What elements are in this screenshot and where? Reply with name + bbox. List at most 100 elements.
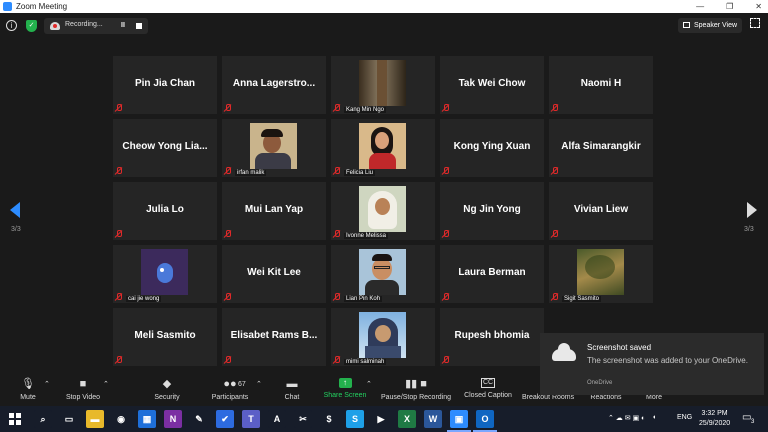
participant-name: cai jie wong xyxy=(126,296,162,302)
chat-button[interactable]: ▬ Chat xyxy=(282,378,302,401)
encryption-shield-icon[interactable]: ✓ xyxy=(26,20,37,32)
participant-tile[interactable]: Felicia Liu xyxy=(331,119,435,177)
screen: { "window": { "title": "Zoom Meeting", "… xyxy=(0,0,768,432)
mute-button[interactable]: 🎙 Mute xyxy=(17,378,39,401)
next-page-arrow-icon[interactable] xyxy=(747,202,757,218)
taskbar-snip-icon[interactable]: ✂ xyxy=(294,410,312,428)
pause-stop-recording-button[interactable]: ▮▮ ■ Pause/Stop Recording xyxy=(380,378,452,401)
participant-tile[interactable]: mimi salminah xyxy=(331,308,435,366)
speaker-view-button[interactable]: Speaker View xyxy=(678,18,742,33)
taskbar-teams-icon[interactable]: T xyxy=(242,410,260,428)
share-screen-label: Share Screen xyxy=(323,392,367,399)
fullscreen-icon[interactable] xyxy=(750,18,760,28)
participant-video-thumbnail xyxy=(359,312,406,358)
clock[interactable]: 3:32 PM 25/9/2020 xyxy=(699,409,730,429)
participant-name: Rupesh bhomia xyxy=(454,330,530,341)
participant-name: Elisabet Rams B... xyxy=(230,330,318,341)
pause-recording-icon[interactable]: II xyxy=(121,22,125,29)
onedrive-notification[interactable]: Screenshot saved The screenshot was adde… xyxy=(540,333,764,395)
muted-microphone-icon xyxy=(224,167,232,175)
video-options-caret-icon[interactable]: ⌃ xyxy=(103,380,109,388)
participant-tile[interactable]: Alfa Simarangkir xyxy=(549,119,653,177)
taskbar-calendar-icon[interactable]: ▦ xyxy=(138,410,156,428)
chat-icon: ▬ xyxy=(286,378,298,390)
share-options-caret-icon[interactable]: ⌃ xyxy=(366,380,372,388)
participant-name: Cheow Yong Lia... xyxy=(122,141,208,152)
participant-tile[interactable]: Tak Wei Chow xyxy=(440,56,544,114)
participant-tile[interactable]: cai jie wong xyxy=(113,245,217,303)
participants-caret-icon[interactable]: ⌃ xyxy=(256,380,262,388)
participant-name: Sigit Sasmito xyxy=(562,296,602,302)
participant-tile[interactable]: Julia Lo xyxy=(113,182,217,240)
taskbar-onenote-icon[interactable]: N xyxy=(164,410,182,428)
audio-options-caret-icon[interactable]: ⌃ xyxy=(44,380,50,388)
participant-tile[interactable]: Anna Lagerstro... xyxy=(222,56,326,114)
muted-microphone-icon xyxy=(551,167,559,175)
participant-tile[interactable]: Cheow Yong Lia... xyxy=(113,119,217,177)
participant-tile[interactable]: Ng Jin Yong xyxy=(440,182,544,240)
participant-tile[interactable]: Laura Berman xyxy=(440,245,544,303)
participant-tile[interactable]: Kang Min Ngo xyxy=(331,56,435,114)
reactions-button[interactable]: Reactions xyxy=(589,394,623,401)
more-button[interactable]: More xyxy=(644,394,664,401)
participant-name: Mui Lan Yap xyxy=(244,204,304,215)
maximize-button[interactable]: ❐ xyxy=(726,2,733,11)
participant-video-thumbnail xyxy=(359,123,406,169)
taskbar-todo-icon[interactable]: ✔ xyxy=(216,410,234,428)
taskbar-paint-icon[interactable]: ✎ xyxy=(190,410,208,428)
muted-microphone-icon xyxy=(115,167,123,175)
taskbar-media-icon[interactable]: ▶ xyxy=(372,410,390,428)
meeting-top-bar: i ✓ Recording... II Speaker View xyxy=(0,13,768,40)
participant-tile[interactable]: Lian Pin Koh xyxy=(331,245,435,303)
participant-video-thumbnail xyxy=(359,60,406,106)
volume-icon[interactable]: ◖ xyxy=(652,414,656,421)
pause-stop-recording-label: Pause/Stop Recording xyxy=(380,394,452,401)
taskbar-word-icon[interactable]: W xyxy=(424,410,442,428)
breakout-rooms-button[interactable]: Breakout Rooms xyxy=(522,394,575,401)
language-indicator[interactable]: ENG xyxy=(677,414,692,421)
participant-tile[interactable]: Naomi H xyxy=(549,56,653,114)
closed-caption-button[interactable]: CC Closed Caption xyxy=(462,378,514,399)
breakout-rooms-label: Breakout Rooms xyxy=(522,394,575,401)
close-button[interactable]: ✕ xyxy=(755,2,762,11)
participant-tile[interactable]: irfan malik xyxy=(222,119,326,177)
taskbar-excel-icon[interactable]: X xyxy=(398,410,416,428)
participant-tile[interactable]: Mui Lan Yap xyxy=(222,182,326,240)
share-screen-button[interactable]: ↑ Share Screen xyxy=(323,378,367,399)
muted-microphone-icon xyxy=(333,293,341,301)
previous-page-arrow-icon[interactable] xyxy=(10,202,20,218)
taskbar-search-icon[interactable]: ⌕ xyxy=(34,410,52,428)
minimize-button[interactable]: — xyxy=(696,2,704,11)
participant-tile[interactable]: Meli Sasmito xyxy=(113,308,217,366)
taskbar-acrobat-icon[interactable]: A xyxy=(268,410,286,428)
taskbar-money-icon[interactable]: $ xyxy=(320,410,338,428)
participant-tile[interactable]: Pin Jia Chan xyxy=(113,56,217,114)
participant-tile[interactable]: Sigit Sasmito xyxy=(549,245,653,303)
participant-tile[interactable]: Wei Kit Lee xyxy=(222,245,326,303)
taskbar-file-explorer-icon[interactable]: ▬ xyxy=(86,410,104,428)
participant-tile[interactable]: Kong Ying Xuan xyxy=(440,119,544,177)
security-button[interactable]: ◆ Security xyxy=(151,378,183,401)
zoom-app-icon xyxy=(3,2,12,11)
notification-message: The screenshot was added to your OneDriv… xyxy=(587,356,748,365)
windows-start-icon[interactable] xyxy=(9,413,21,425)
system-tray-icons[interactable]: ⌃ ☁ ✉ ▣ ◐ xyxy=(608,414,645,422)
taskbar-outlook-icon[interactable]: O xyxy=(476,410,494,428)
participant-video-thumbnail xyxy=(577,249,624,295)
participant-tile[interactable]: Rupesh bhomia xyxy=(440,308,544,366)
participant-tile[interactable]: Vivian Liew xyxy=(549,182,653,240)
participant-tile[interactable]: Ivonne Melissa xyxy=(331,182,435,240)
stop-recording-icon[interactable] xyxy=(136,23,142,29)
participants-label: Participants xyxy=(211,394,249,401)
taskbar-skype-icon[interactable]: S xyxy=(346,410,364,428)
muted-microphone-icon xyxy=(224,104,232,112)
taskbar-task-view-icon[interactable]: ▭ xyxy=(60,410,78,428)
stop-video-button[interactable]: ■ Stop Video xyxy=(63,378,103,401)
info-icon[interactable]: i xyxy=(6,20,17,31)
participant-name: Naomi H xyxy=(580,78,622,89)
taskbar-zoom-icon[interactable]: ▣ xyxy=(450,410,468,428)
participant-tile[interactable]: Elisabet Rams B... xyxy=(222,308,326,366)
taskbar-chrome-icon[interactable]: ◉ xyxy=(112,410,130,428)
muted-microphone-icon xyxy=(224,356,232,364)
notification-title: Screenshot saved xyxy=(587,343,652,352)
